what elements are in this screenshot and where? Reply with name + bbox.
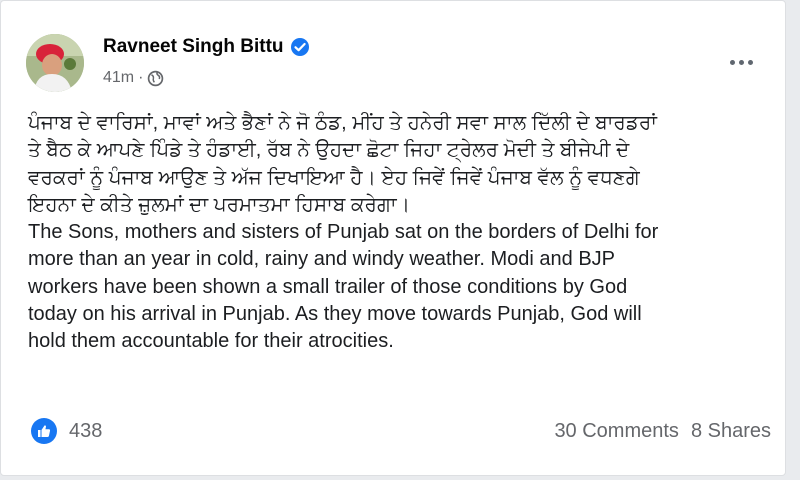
thumbs-up-icon [38,425,51,437]
more-options-icon [729,59,735,65]
post-card: Ravneet Singh Bittu 41m · ਪੰਜਾਬ ਦੇ ਵਾਰਿਸ… [0,0,786,476]
author-row: Ravneet Singh Bittu [103,36,310,58]
author-name[interactable]: Ravneet Singh Bittu [103,36,284,58]
comments-count[interactable]: 30 Comments [554,420,679,443]
meta-separator: · [138,69,144,86]
post-meta: 41m · [103,69,164,87]
verified-badge-icon [290,38,309,56]
post-footer: 438 30 Comments 8 Shares [31,416,771,446]
shares-count[interactable]: 8 Shares [691,420,771,443]
globe-icon [148,70,164,86]
more-options-dot [738,59,744,65]
post-text-english: The Sons, mothers and sisters of Punjab … [28,221,659,353]
like-reaction-icon[interactable] [31,418,57,444]
post-text-punjabi: ਪੰਜਾਬ ਦੇ ਵਾਰਿਸਾਂ, ਮਾਵਾਂ ਅਤੇ ਭੈਣਾਂ ਨੇ ਜੋ … [28,112,657,216]
avatar[interactable] [26,34,84,92]
more-options-button[interactable] [723,49,759,75]
post-body: ਪੰਜਾਬ ਦੇ ਵਾਰਿਸਾਂ, ਮਾਵਾਂ ਅਤੇ ਭੈਣਾਂ ਨੇ ਜੋ … [28,110,778,356]
post-timestamp[interactable]: 41m [103,69,134,87]
avatar-image [26,34,84,92]
more-options-dot [747,59,753,65]
like-count[interactable]: 438 [69,420,102,443]
